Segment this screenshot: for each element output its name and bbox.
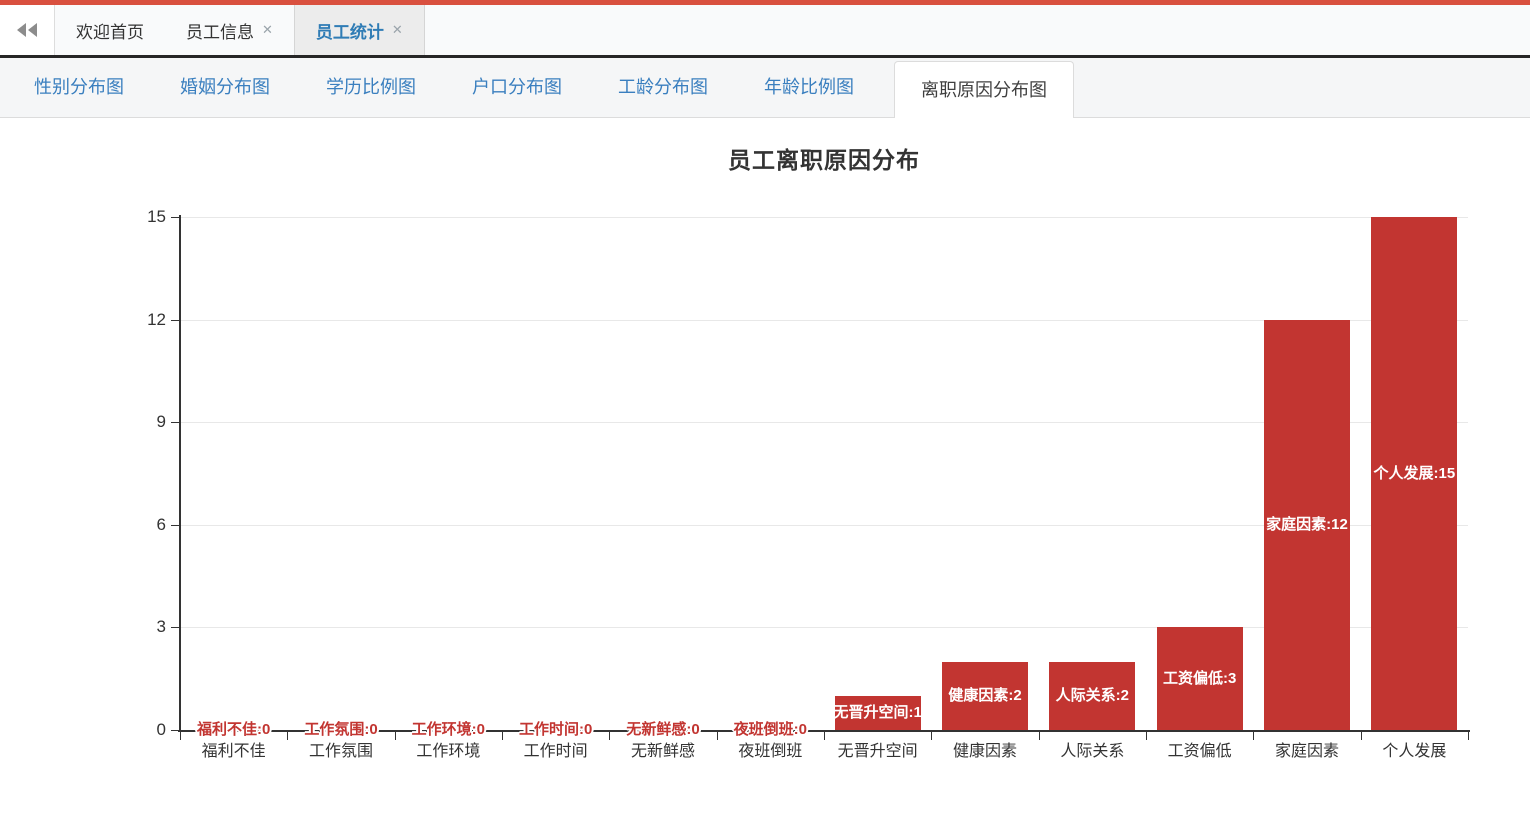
y-axis-label: 6 [126,515,166,535]
y-axis-tick [171,422,179,423]
main-tab-label: 欢迎首页 [76,18,144,43]
main-tab-label: 员工统计 [316,18,384,43]
bar-value-label: 无晋升空间:1 [803,703,953,723]
collapse-tabs-button[interactable] [0,5,55,55]
chart-type-tab-bar: 性别分布图婚姻分布图学历比例图户口分布图工龄分布图年龄比例图离职原因分布图 [0,58,1530,118]
sub-tab-3[interactable]: 户口分布图 [456,57,578,117]
main-tab-2[interactable]: 员工统计 ✕ [294,5,425,55]
x-axis-tick [931,732,932,740]
main-tab-0[interactable]: 欢迎首页 [55,5,165,55]
chart: 员工离职原因分布 03691215福利不佳:0福利不佳工作氛围:0工作氛围工作环… [0,118,1530,837]
sub-tab-1[interactable]: 婚姻分布图 [164,57,286,117]
main-tab-label: 员工信息 [186,18,254,43]
chart-title: 员工离职原因分布 [180,141,1468,175]
double-left-chevron-icon [28,23,37,37]
y-axis-tick [171,320,179,321]
bar-zero-label: 夜班倒班:0 [695,720,845,740]
bar-value-label: 家庭因素:12 [1232,515,1382,535]
sub-tab-5[interactable]: 年龄比例图 [748,57,870,117]
close-tab-icon[interactable]: ✕ [392,22,403,38]
x-axis-tick [1468,732,1469,740]
sub-tab-2[interactable]: 学历比例图 [310,57,432,117]
x-axis-tick [1039,732,1040,740]
double-left-chevron-icon [17,23,26,37]
sub-tab-4[interactable]: 工龄分布图 [602,57,724,117]
x-axis-tick [1361,732,1362,740]
y-axis-label: 9 [126,412,166,432]
y-axis-tick [171,627,179,628]
close-tab-icon[interactable]: ✕ [262,22,273,38]
bar-value-label: 工资偏低:3 [1125,669,1275,689]
y-axis-tick [171,217,179,218]
bar-value-label: 人际关系:2 [1017,686,1167,706]
y-gridline [180,217,1468,218]
x-axis-tick [1146,732,1147,740]
x-axis-category-label: 个人发展 [1339,742,1489,762]
main-tabs: 欢迎首页 员工信息 ✕ 员工统计 ✕ [55,5,425,55]
x-axis-tick [1253,732,1254,740]
y-axis-tick [171,525,179,526]
main-tab-1[interactable]: 员工信息 ✕ [165,5,294,55]
sub-tab-0[interactable]: 性别分布图 [18,57,140,117]
y-axis-label: 15 [126,207,166,227]
y-axis-line [179,215,181,732]
bar-value-label: 个人发展:15 [1339,464,1489,484]
y-axis-label: 12 [126,310,166,330]
main-tab-bar: 欢迎首页 员工信息 ✕ 员工统计 ✕ [0,5,1530,58]
sub-tab-6[interactable]: 离职原因分布图 [894,61,1074,118]
y-axis-label: 3 [126,617,166,637]
